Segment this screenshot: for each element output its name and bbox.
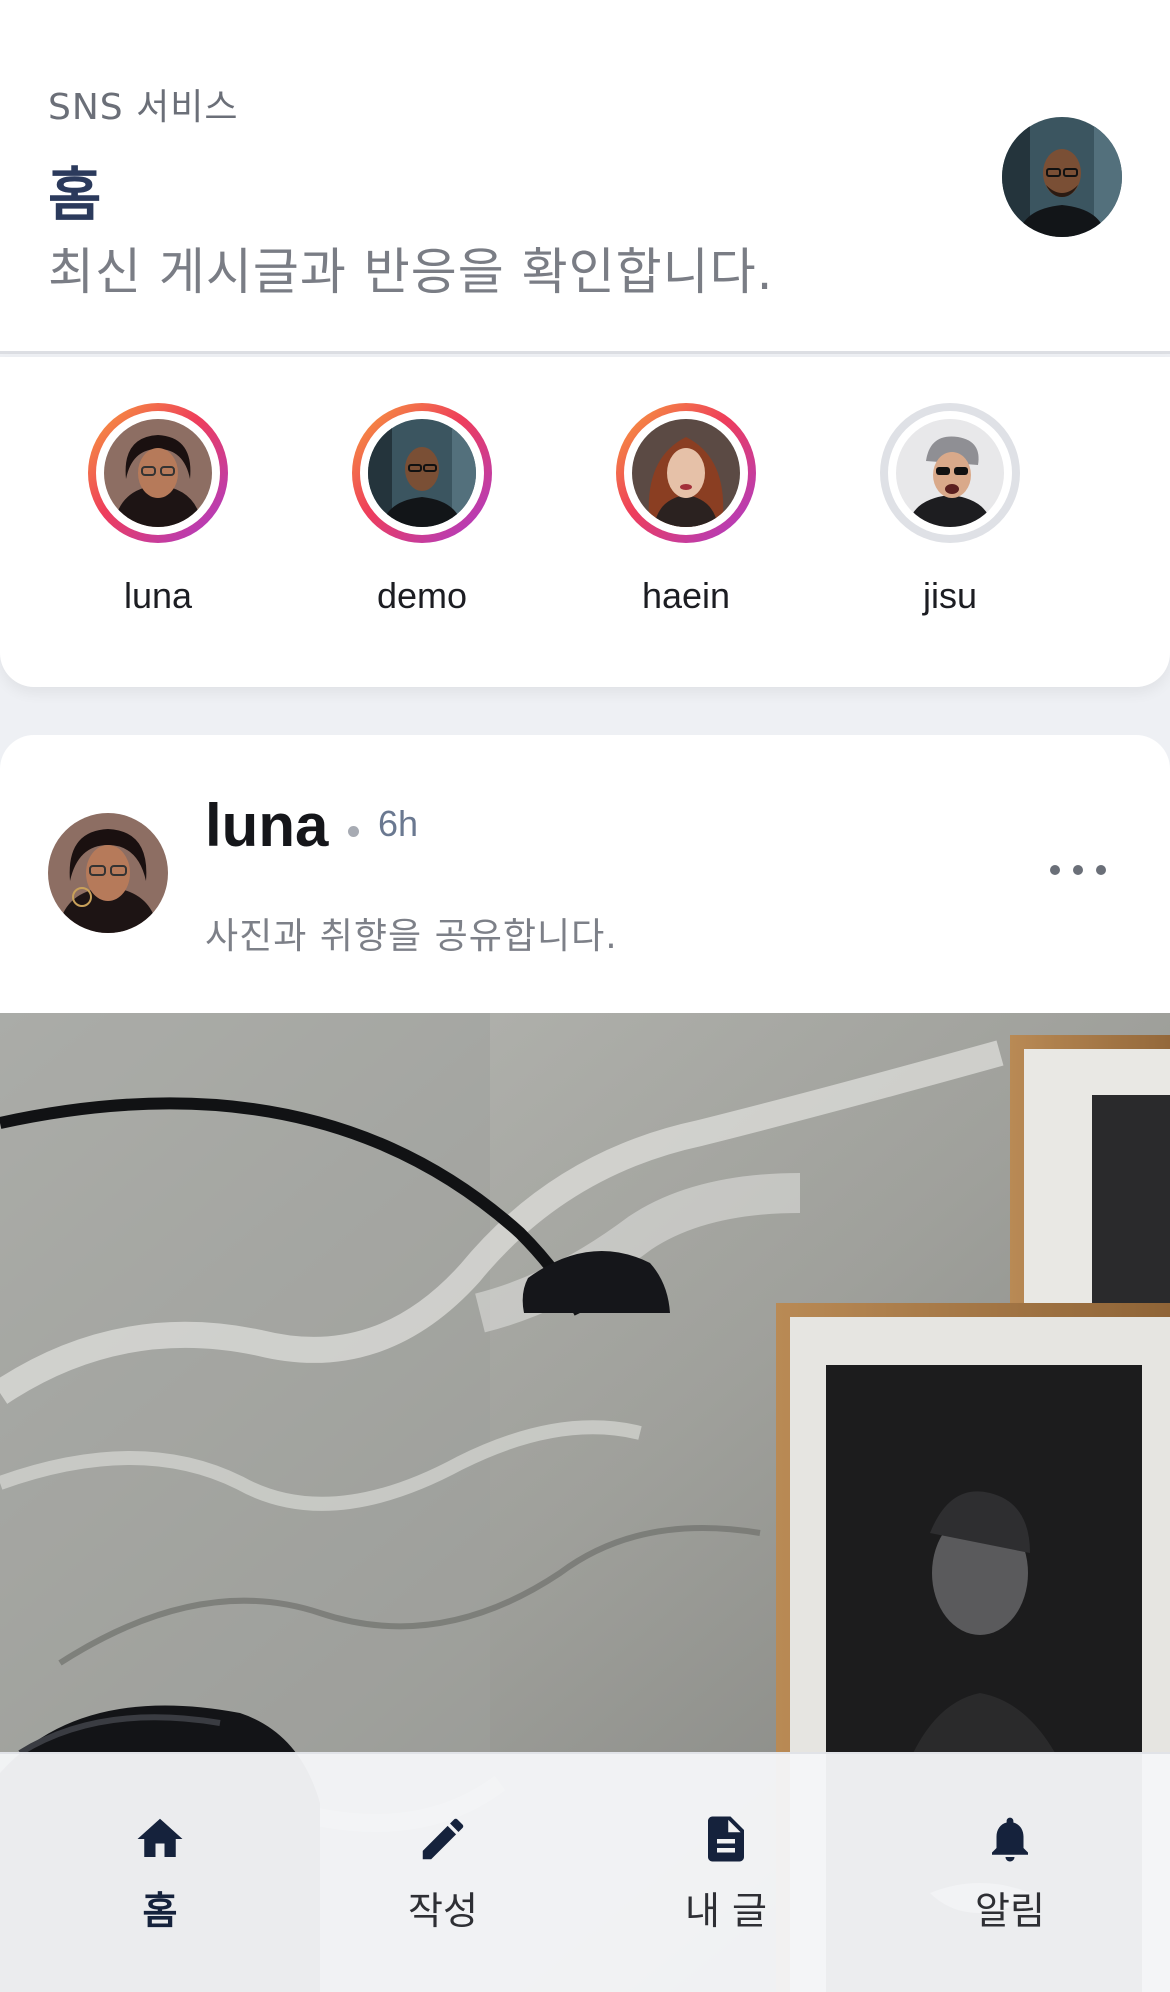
more-options-button[interactable] [1050,855,1106,885]
nav-home[interactable]: 홈 [60,1812,260,1952]
story-item[interactable]: jisu [850,403,1050,633]
nav-notifications[interactable]: 알림 [910,1812,1110,1952]
post-author-name[interactable]: luna [205,791,328,860]
story-ring [352,403,492,543]
story-username: jisu [922,575,978,616]
nav-label: 작성 [408,1889,478,1933]
page-title: 홈 [48,161,102,229]
story-username: luna [123,575,193,616]
nav-label: 알림 [975,1889,1045,1933]
nav-my-posts[interactable]: 내 글 [626,1812,826,1952]
bell-icon [983,1812,1037,1866]
app-header: SNS 서비스 홈 최신 게시글과 반응을 확인합니다. [0,0,1170,354]
story-avatar [896,419,1004,527]
story-ring [880,403,1020,543]
post-timestamp: 6h [378,803,419,844]
story-item[interactable]: haein [586,403,786,633]
more-dot-icon [1073,865,1083,875]
nav-write[interactable]: 작성 [343,1812,543,1952]
stories-bar: luna demo haein jisu [0,357,1170,687]
post-caption: 사진과 취향을 공유합니다. [205,916,618,957]
home-icon [133,1812,187,1866]
nav-label: 홈 [142,1889,178,1933]
separator-dot [348,826,359,837]
nav-label: 내 글 [685,1889,767,1933]
more-dot-icon [1050,865,1060,875]
story-avatar [368,419,476,527]
story-ring [88,403,228,543]
story-item[interactable]: demo [322,403,522,633]
profile-avatar[interactable] [1002,117,1122,237]
post-author-avatar[interactable] [48,813,168,933]
bottom-navigation: 홈 작성 내 글 알림 [0,1752,1170,1992]
pencil-icon [416,1812,470,1866]
story-username: haein [641,575,731,616]
document-icon [699,1812,753,1866]
story-ring [616,403,756,543]
page-subtitle: 최신 게시글과 반응을 확인합니다. [48,243,774,301]
story-item[interactable]: luna [58,403,258,633]
story-avatar [632,419,740,527]
more-dot-icon [1096,865,1106,875]
story-username: demo [376,575,468,616]
story-avatar [104,419,212,527]
service-name: SNS 서비스 [48,87,239,128]
